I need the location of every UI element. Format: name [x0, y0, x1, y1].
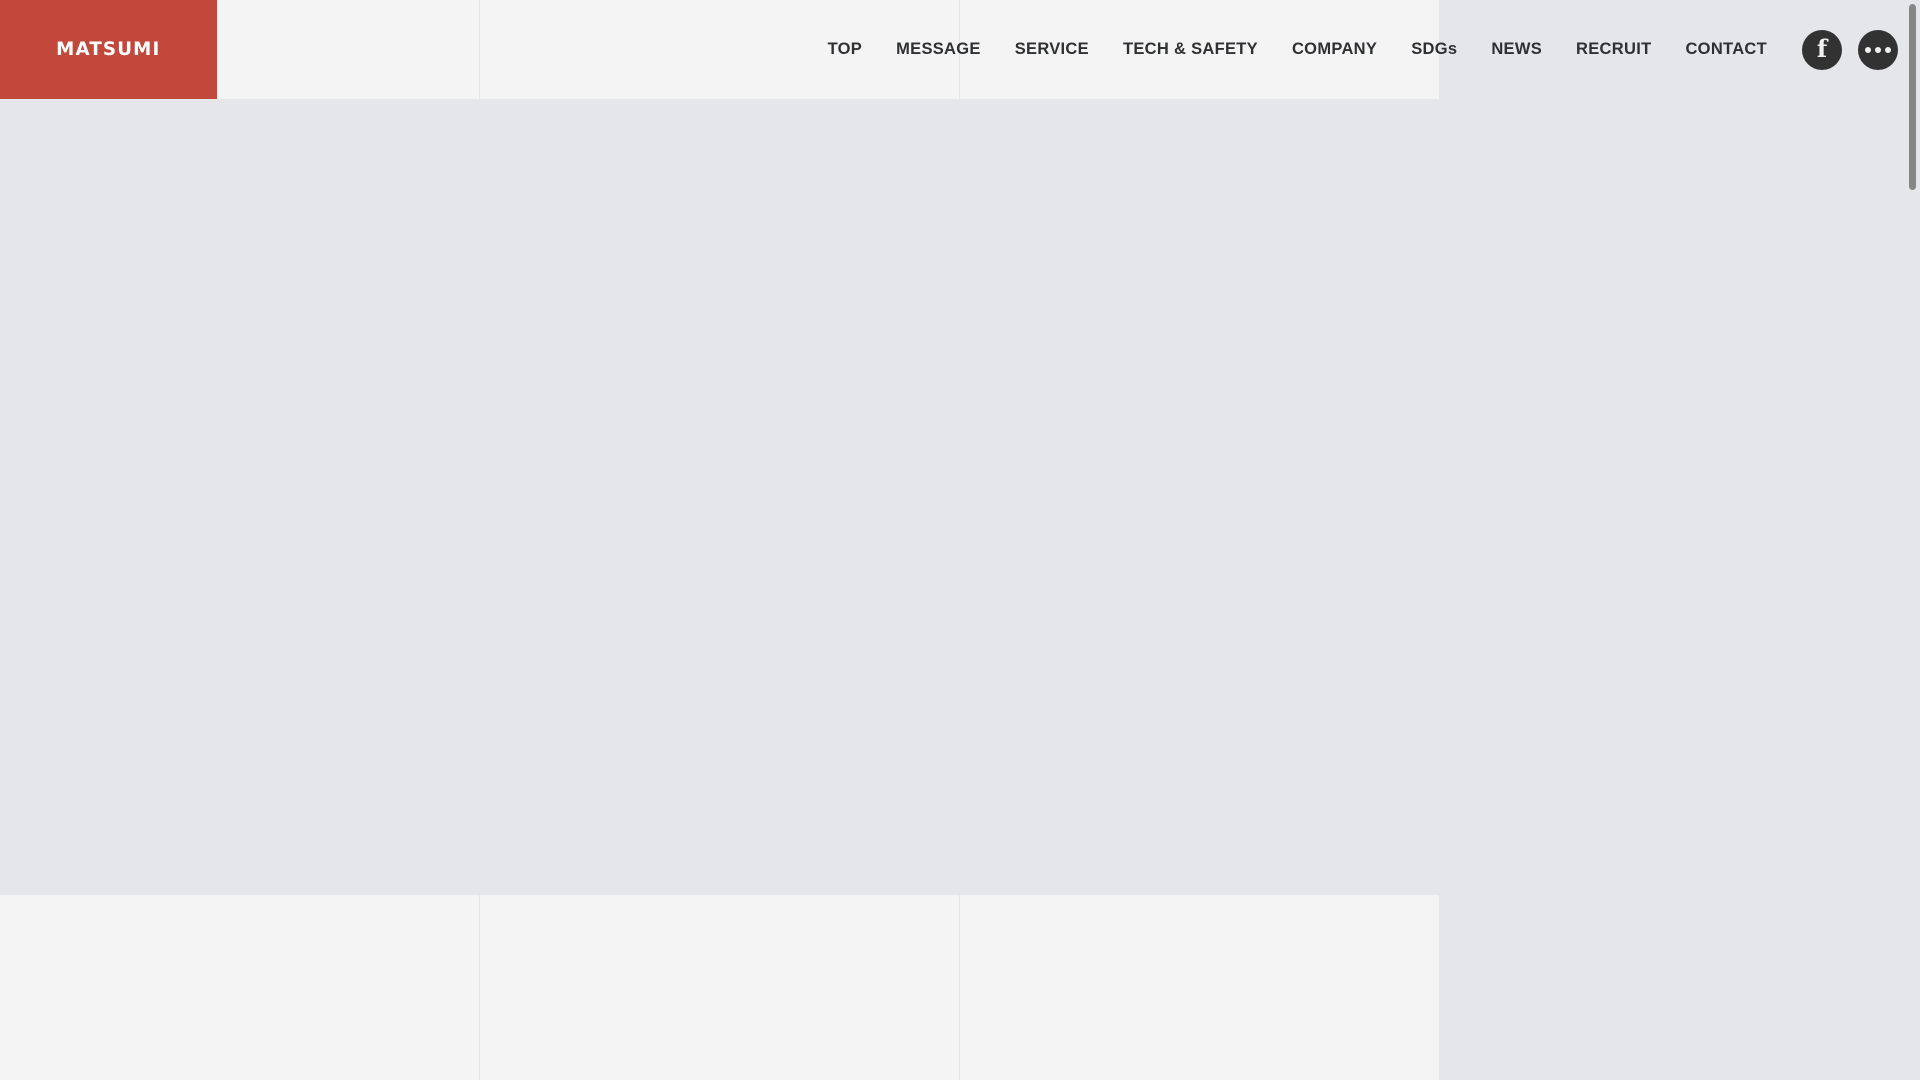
more-menu-icon — [1865, 46, 1891, 53]
primary-navigation: TOP MESSAGE SERVICE TECH & SAFETY COMPAN… — [828, 0, 1905, 99]
logo-wordmark: MATSUMI — [56, 38, 161, 60]
lower-panel-cell-1 — [0, 895, 479, 1080]
facebook-icon: f — [1816, 33, 1828, 63]
nav-item-message[interactable]: MESSAGE — [879, 31, 998, 68]
nav-item-top[interactable]: TOP — [811, 31, 880, 68]
nav-item-sdgs[interactable]: SDGs — [1394, 31, 1474, 68]
lower-panel-cell-3 — [959, 895, 1439, 1080]
nav-item-recruit[interactable]: RECRUIT — [1559, 31, 1668, 68]
facebook-button[interactable]: f — [1802, 29, 1842, 70]
nav-item-service[interactable]: SERVICE — [998, 31, 1106, 68]
lower-panel-cell-2 — [479, 895, 959, 1080]
dot-1 — [1865, 46, 1871, 53]
main-content-area — [0, 99, 1905, 895]
nav-item-tech-safety[interactable]: TECH & SAFETY — [1106, 31, 1275, 68]
nav-item-company[interactable]: COMPANY — [1275, 31, 1394, 68]
header-icon-group: f — [1802, 29, 1898, 70]
more-menu-button[interactable] — [1858, 29, 1898, 70]
dot-2 — [1875, 46, 1881, 53]
nav-item-news[interactable]: NEWS — [1474, 31, 1559, 68]
lower-content-panel — [0, 895, 1439, 1080]
vertical-scrollbar-track[interactable] — [1905, 0, 1920, 1080]
nav-list: TOP MESSAGE SERVICE TECH & SAFETY COMPAN… — [811, 31, 1784, 68]
page-viewport: MATSUMI TOP MESSAGE SERVICE TECH & SAFET… — [0, 0, 1905, 1080]
vertical-scrollbar-thumb[interactable] — [1909, 4, 1916, 190]
site-logo[interactable]: MATSUMI — [0, 0, 217, 99]
nav-item-contact[interactable]: CONTACT — [1668, 31, 1784, 68]
header-spacer-cell-1 — [217, 0, 479, 99]
dot-3 — [1885, 46, 1891, 53]
